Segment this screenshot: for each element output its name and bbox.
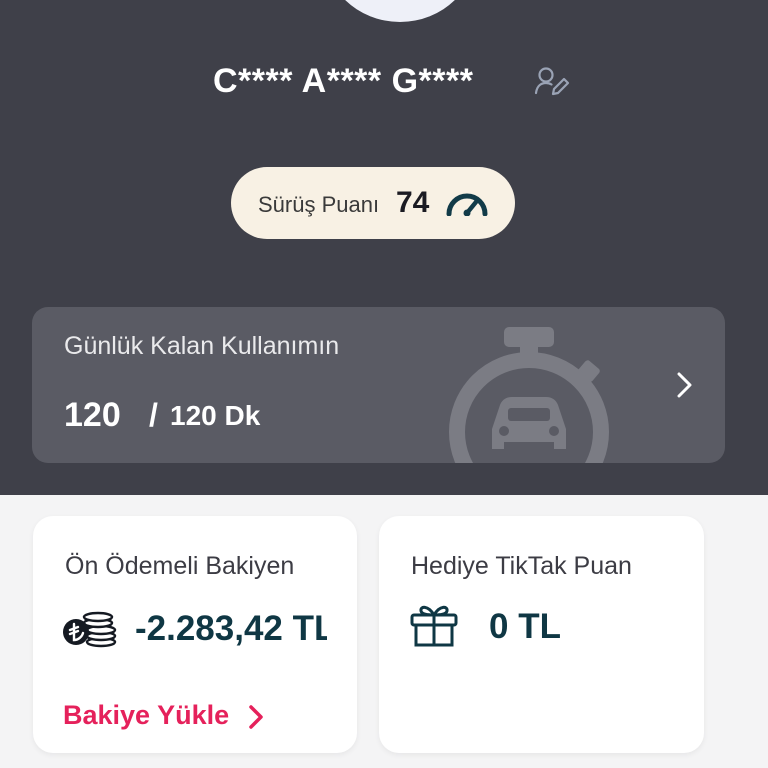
daily-usage-separator: / [149,397,158,433]
driving-score-label: Sürüş Puanı [258,192,380,217]
gift-points-card[interactable]: Hediye TikTak Puan 0 TL [379,516,704,753]
gauge-icon [446,193,488,216]
edit-user-icon[interactable] [533,64,571,98]
daily-usage-card[interactable]: Günlük Kalan Kullanımın 120 / 120 Dk [32,307,725,463]
avatar[interactable] [322,0,478,22]
top-up-balance-button[interactable]: Bakiye Yükle [63,700,263,734]
profile-header: C**** A**** G**** Sürüş Puanı 74 Günlük … [0,0,768,495]
user-name: C**** A**** G**** [213,62,474,100]
gift-points-amount: 0 TL [489,607,561,646]
lira-coins-icon [63,611,117,648]
stopwatch-car-icon [449,327,609,463]
daily-usage-total: 120 Dk [170,400,261,431]
chevron-right-icon [249,705,263,729]
chevron-right-icon [677,372,692,398]
driving-score-value: 74 [396,186,430,219]
prepaid-balance-title: Ön Ödemeli Bakiyen [65,552,295,580]
daily-usage-remaining: 120 [64,396,121,434]
top-up-balance-label: Bakiye Yükle [63,700,230,730]
driving-score-pill[interactable]: Sürüş Puanı 74 [231,167,515,239]
prepaid-balance-amount: -2.283,42 TL [135,609,327,648]
gift-points-title: Hediye TikTak Puan [411,552,632,580]
daily-usage-title: Günlük Kalan Kullanımın [64,332,340,360]
prepaid-balance-card[interactable]: Ön Ödemeli Bakiyen -2.283,42 TL Bakiye Y… [33,516,357,753]
user-name-row: C**** A**** G**** [0,60,768,104]
gift-icon [410,605,458,647]
